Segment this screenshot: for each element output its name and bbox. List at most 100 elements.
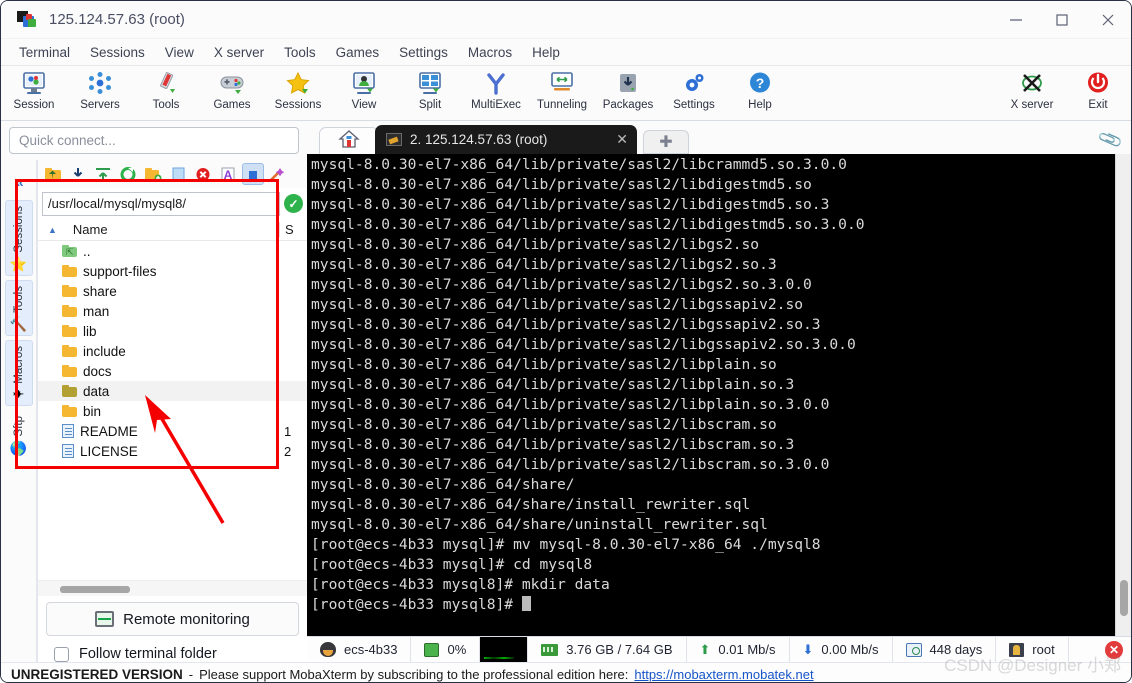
close-tab-icon[interactable]: ✕ xyxy=(616,131,628,148)
sidebar-tab-sftp-label: Sftp xyxy=(12,416,25,437)
remote-monitoring-label: Remote monitoring xyxy=(123,610,250,628)
menu-help[interactable]: Help xyxy=(522,42,570,63)
sidebar-tab-sftp[interactable]: 🌎 Sftp xyxy=(4,410,33,460)
binary-mode-icon[interactable] xyxy=(242,163,264,185)
list-item-selected[interactable]: data xyxy=(38,381,307,401)
svg-text:?: ? xyxy=(756,75,765,91)
toolbar-view-button[interactable]: View xyxy=(331,69,397,111)
file-name-cell: README xyxy=(38,424,279,439)
status-close-session-button[interactable]: ✕ xyxy=(1097,637,1131,662)
toolbar-packages-label: Packages xyxy=(602,99,654,111)
toolbar-x-server-button[interactable]: X server xyxy=(999,69,1065,111)
sidebar-tab-sessions-label: Sessions xyxy=(12,206,25,253)
quick-connect-input[interactable]: Quick connect... xyxy=(9,127,299,154)
sftp-path-input[interactable]: /usr/local/mysql/mysql8/ xyxy=(42,191,280,216)
list-item[interactable]: lib xyxy=(38,321,307,341)
text-mode-icon[interactable]: A xyxy=(217,163,239,185)
toolbar-exit-button[interactable]: Exit xyxy=(1065,69,1131,111)
footer-link[interactable]: https://mobaxterm.mobatek.net xyxy=(634,667,813,682)
sftp-toolbar: A xyxy=(38,160,307,188)
menu-tools[interactable]: Tools xyxy=(274,42,326,63)
refresh-icon[interactable] xyxy=(117,163,139,185)
terminal-line-3: mysql-8.0.30-el7-x86_64/lib/private/sasl… xyxy=(311,216,865,233)
terminal-vertical-scrollbar[interactable] xyxy=(1115,154,1131,636)
menu-terminal[interactable]: Terminal xyxy=(9,42,80,63)
folder-icon xyxy=(62,405,77,417)
list-item[interactable]: man xyxy=(38,301,307,321)
list-item[interactable]: LICENSE 2 xyxy=(38,441,307,461)
toolbar-packages-button[interactable]: Packages xyxy=(595,69,661,111)
list-item[interactable]: include xyxy=(38,341,307,361)
list-item[interactable]: support-files xyxy=(38,261,307,281)
folder-icon xyxy=(62,365,77,377)
file-name-label: include xyxy=(83,343,126,359)
terminal-output[interactable]: mysql-8.0.30-el7-x86_64/lib/private/sasl… xyxy=(307,154,1115,636)
file-name-label: man xyxy=(83,303,110,319)
toolbar-view-label: View xyxy=(351,99,377,111)
sidebar-tab-macros[interactable]: ✈ Macros xyxy=(4,339,33,407)
toolbar-sessions-button[interactable]: Sessions xyxy=(265,69,331,111)
packages-icon xyxy=(615,69,641,97)
toolbar-tools-button[interactable]: Tools xyxy=(133,69,199,111)
terminal-line-1: mysql-8.0.30-el7-x86_64/lib/private/sasl… xyxy=(311,176,812,193)
upload-icon[interactable] xyxy=(92,163,114,185)
collapse-sidebar-button[interactable]: « xyxy=(15,174,23,196)
file-list-horizontal-scrollbar[interactable] xyxy=(38,580,307,596)
file-name-label: support-files xyxy=(83,263,157,279)
uptime-icon xyxy=(905,642,922,657)
maximize-button[interactable] xyxy=(1039,1,1085,39)
download-icon[interactable] xyxy=(67,163,89,185)
menu-games[interactable]: Games xyxy=(326,42,390,63)
terminal-screen[interactable]: mysql-8.0.30-el7-x86_64/lib/private/sasl… xyxy=(307,154,1131,636)
toolbar-settings-button[interactable]: Settings xyxy=(661,69,727,111)
toolbar-session-button[interactable]: Session xyxy=(1,69,67,111)
menu-macros[interactable]: Macros xyxy=(458,42,522,63)
toolbar-tunneling-button[interactable]: Tunneling xyxy=(529,69,595,111)
menu-view[interactable]: View xyxy=(155,42,204,63)
list-item[interactable]: docs xyxy=(38,361,307,381)
toolbar-split-button[interactable]: Split xyxy=(397,69,463,111)
follow-terminal-checkbox[interactable] xyxy=(54,646,69,662)
list-item[interactable]: bin xyxy=(38,401,307,421)
toolbar-servers-button[interactable]: Servers xyxy=(67,69,133,111)
new-file-icon[interactable] xyxy=(167,163,189,185)
scrollbar-thumb[interactable] xyxy=(1120,580,1128,616)
scrollbar-thumb[interactable] xyxy=(60,586,130,593)
toolbar-settings-label: Settings xyxy=(673,99,715,111)
toolbar-multiexec-button[interactable]: MultiExec xyxy=(463,69,529,111)
sidebar-tab-tools[interactable]: 🔨 Tools xyxy=(4,279,33,336)
remote-monitoring-button[interactable]: Remote monitoring xyxy=(46,602,299,636)
list-item[interactable]: README 1 xyxy=(38,421,307,441)
toolbar-split-label: Split xyxy=(418,99,442,111)
delete-icon[interactable] xyxy=(192,163,214,185)
menu-settings[interactable]: Settings xyxy=(389,42,458,63)
mobaxterm-window: 125.124.57.63 (root) Terminal Sessions V… xyxy=(0,0,1132,683)
new-folder-icon[interactable] xyxy=(142,163,164,185)
sort-ascending-icon: ▲ xyxy=(48,224,57,235)
terminal-tab-active[interactable]: 2. 125.124.57.63 (root) ✕ xyxy=(375,125,637,154)
toolbar-games-button[interactable]: Games xyxy=(199,69,265,111)
menu-sessions[interactable]: Sessions xyxy=(80,42,155,63)
globe-icon: 🌎 xyxy=(9,439,28,456)
status-host-label: ecs-4b33 xyxy=(344,642,398,657)
magic-wand-icon[interactable] xyxy=(267,163,289,185)
sidebar-tab-sessions[interactable]: ⭐ Sessions xyxy=(4,200,33,276)
close-button[interactable] xyxy=(1085,1,1131,39)
home-tab[interactable] xyxy=(319,127,379,154)
parent-folder-icon[interactable] xyxy=(42,163,64,185)
toolbar-help-button[interactable]: ? Help xyxy=(727,69,793,111)
status-memory-label: 3.76 GB / 7.64 GB xyxy=(566,642,673,657)
list-item[interactable]: share xyxy=(38,281,307,301)
file-name-cell: bin xyxy=(38,404,279,419)
column-header-size[interactable]: S xyxy=(279,222,307,237)
file-list[interactable]: ⇱ .. support-files share man lib include… xyxy=(38,241,307,580)
session-icon xyxy=(21,69,47,97)
add-tab-button[interactable]: ✚ xyxy=(643,130,689,154)
follow-terminal-folder-row[interactable]: Follow terminal folder xyxy=(54,646,299,662)
toolbar-multiexec-label: MultiExec xyxy=(471,99,521,111)
list-item[interactable]: ⇱ .. xyxy=(38,241,307,261)
menu-x-server[interactable]: X server xyxy=(204,42,274,63)
minimize-button[interactable] xyxy=(993,1,1039,39)
column-header-name[interactable]: ▲ Name xyxy=(38,222,279,237)
paperclip-icon[interactable]: 📎 xyxy=(1097,126,1125,153)
